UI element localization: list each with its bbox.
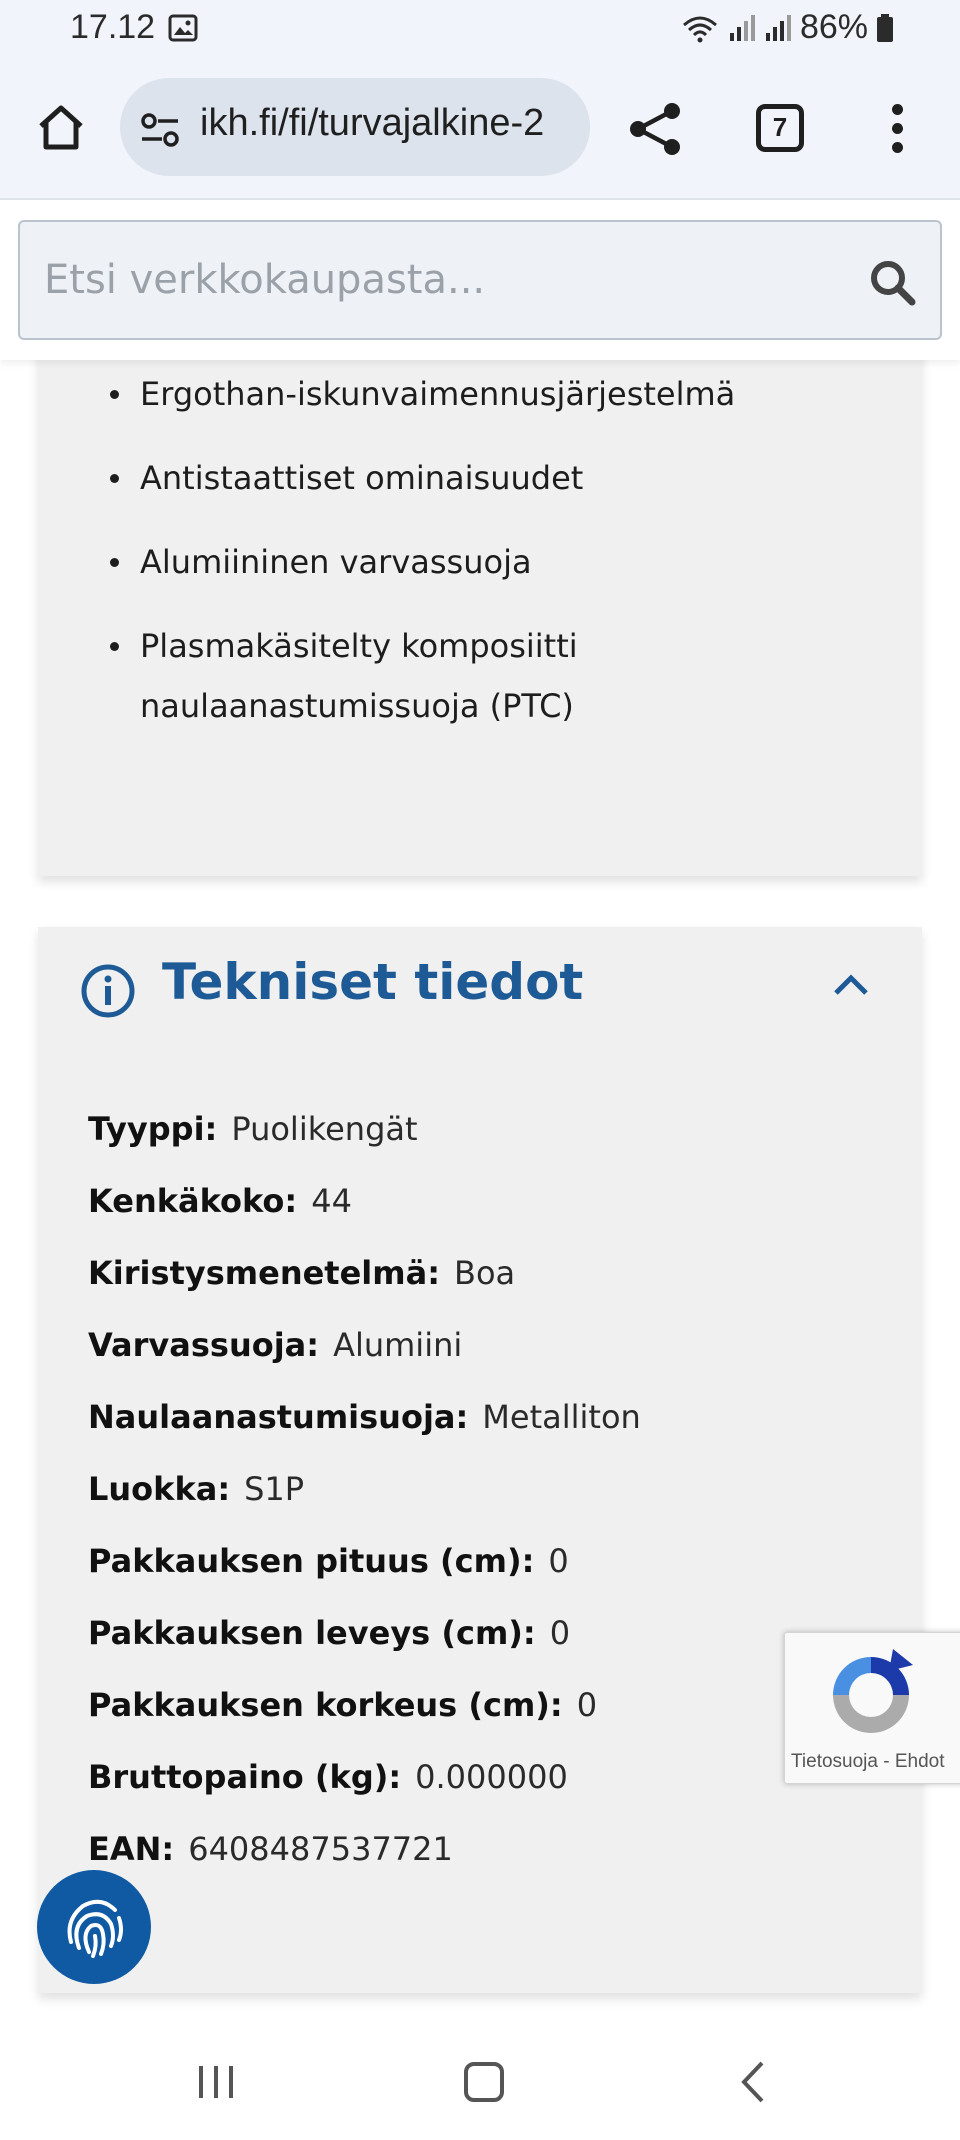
fingerprint-icon xyxy=(67,1899,123,1958)
battery-icon xyxy=(877,13,893,42)
spec-value: Alumiini xyxy=(333,1326,463,1364)
spec-label: Varvassuoja: xyxy=(88,1326,320,1364)
spec-label: Pakkauksen leveys (cm): xyxy=(88,1614,536,1652)
fingerprint-button[interactable] xyxy=(37,1870,151,1984)
spec-label: Kenkäkoko: xyxy=(88,1182,298,1220)
back-icon[interactable] xyxy=(740,2060,766,2104)
spec-label: Pakkauksen korkeus (cm): xyxy=(88,1686,563,1724)
spec-label: Naulaanastumisuoja: xyxy=(88,1398,469,1436)
features-card: Ergothan-iskunvaimennusjärjestelmä Antis… xyxy=(38,360,922,876)
gallery-icon xyxy=(168,14,198,42)
spec-value: 6408487537721 xyxy=(188,1830,453,1868)
spec-row: Pakkauksen leveys (cm): 0 xyxy=(88,1611,641,1683)
spec-label: Pakkauksen pituus (cm): xyxy=(88,1542,535,1580)
tech-specs-header[interactable]: Tekniset tiedot xyxy=(38,927,922,1047)
tech-specs-card: Tekniset tiedot Tyyppi: Puolikengät Kenkä… xyxy=(38,927,922,1993)
browser-toolbar: ikh.fi/fi/turvajalkine-2 7 xyxy=(0,62,960,200)
status-bar: 17.12 86% xyxy=(0,0,960,62)
spec-value: S1P xyxy=(244,1470,305,1508)
url-text[interactable]: ikh.fi/fi/turvajalkine-2 xyxy=(200,102,544,145)
status-time: 17.12 xyxy=(70,8,156,46)
spec-row: Naulaanastumisuoja: Metalliton xyxy=(88,1395,641,1467)
home-nav-icon[interactable] xyxy=(464,2062,504,2102)
url-bar[interactable]: ikh.fi/fi/turvajalkine-2 xyxy=(120,78,590,176)
tech-specs-list: Tyyppi: Puolikengät Kenkäkoko: 44 Kiristys… xyxy=(88,1107,641,1899)
spec-value: 0 xyxy=(548,1542,569,1580)
search-header xyxy=(0,200,960,360)
url-fade xyxy=(540,78,590,176)
wifi-icon xyxy=(682,16,717,42)
system-nav-bar xyxy=(0,2020,960,2140)
info-icon xyxy=(81,964,135,1018)
spec-row: Bruttopaino (kg): 0.000000 xyxy=(88,1755,641,1827)
spec-value: 0 xyxy=(576,1686,598,1724)
spec-label: Luokka: xyxy=(88,1470,231,1508)
tech-specs-title: Tekniset tiedot xyxy=(162,953,584,1011)
signal-icon xyxy=(765,14,791,41)
feature-item: Antistaattiset ominaisuudet xyxy=(110,448,850,508)
spec-value: Puolikengät xyxy=(231,1110,418,1148)
spec-value: 44 xyxy=(311,1182,352,1220)
spec-row: Kenkäkoko: 44 xyxy=(88,1179,641,1251)
spec-row: Tyyppi: Puolikengät xyxy=(88,1107,641,1179)
spec-value: 0 xyxy=(549,1614,571,1652)
status-right: 86% xyxy=(680,8,894,47)
spec-row: Kiristysmenetelmä: Boa xyxy=(88,1251,641,1323)
search-input[interactable] xyxy=(44,222,844,338)
battery-percent: 86% xyxy=(799,8,868,46)
site-settings-icon[interactable] xyxy=(140,112,180,148)
spec-value: Metalliton xyxy=(482,1398,641,1436)
spec-row: Pakkauksen pituus (cm): 0 xyxy=(88,1539,641,1611)
tabs-button[interactable]: 7 xyxy=(756,104,804,152)
feature-item: Alumiininen varvassuoja xyxy=(110,532,850,592)
spec-label: Tyyppi: xyxy=(88,1110,218,1148)
signal-icon xyxy=(729,14,755,41)
chevron-up-icon[interactable] xyxy=(832,971,870,997)
search-box xyxy=(18,220,942,340)
spec-row: Luokka: S1P xyxy=(88,1467,641,1539)
recaptcha-icon xyxy=(833,1649,913,1733)
features-list: Ergothan-iskunvaimennusjärjestelmä Antis… xyxy=(110,364,850,760)
spec-value: 0.000000 xyxy=(415,1758,568,1796)
home-icon[interactable] xyxy=(36,102,86,152)
search-icon[interactable] xyxy=(868,258,916,306)
recaptcha-badge[interactable]: Tietosuoja - Ehdot xyxy=(784,1632,960,1784)
recaptcha-links[interactable]: Tietosuoja - Ehdot xyxy=(791,1751,945,1773)
spec-row: Varvassuoja: Alumiini xyxy=(88,1323,641,1395)
spec-label: Kiristysmenetelmä: xyxy=(88,1254,440,1292)
more-menu-icon[interactable] xyxy=(890,104,904,156)
feature-item: Ergothan-iskunvaimennusjärjestelmä xyxy=(110,364,850,424)
recent-apps-icon[interactable] xyxy=(196,2064,236,2100)
feature-item: Plasmakäsitelty komposiitti naulaanastum… xyxy=(110,616,850,736)
spec-row: EAN: 6408487537721 xyxy=(88,1827,641,1899)
share-icon[interactable] xyxy=(628,102,684,156)
spec-label: Bruttopaino (kg): xyxy=(88,1758,402,1796)
spec-row: Pakkauksen korkeus (cm): 0 xyxy=(88,1683,641,1755)
spec-label: EAN: xyxy=(88,1830,175,1868)
spec-value: Boa xyxy=(454,1254,516,1292)
